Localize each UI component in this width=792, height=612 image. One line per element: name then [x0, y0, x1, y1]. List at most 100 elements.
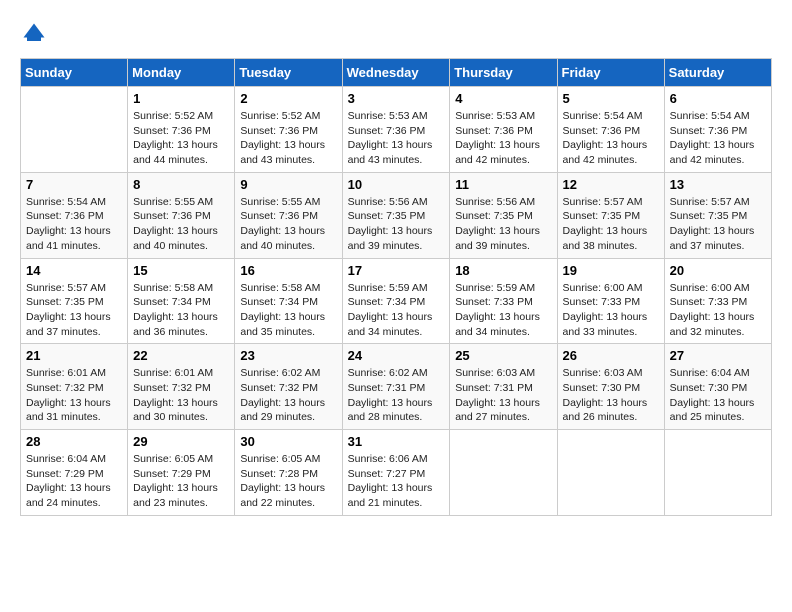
calendar-cell: [557, 430, 664, 516]
day-info: Sunrise: 6:05 AMSunset: 7:29 PMDaylight:…: [133, 452, 229, 511]
calendar-cell: 13 Sunrise: 5:57 AMSunset: 7:35 PMDayligh…: [664, 172, 771, 258]
column-header-sunday: Sunday: [21, 59, 128, 87]
day-info: Sunrise: 5:58 AMSunset: 7:34 PMDaylight:…: [240, 281, 336, 340]
day-number: 20: [670, 263, 766, 278]
day-number: 11: [455, 177, 551, 192]
column-header-tuesday: Tuesday: [235, 59, 342, 87]
calendar-cell: 9 Sunrise: 5:55 AMSunset: 7:36 PMDaylight…: [235, 172, 342, 258]
calendar-week-row: 7 Sunrise: 5:54 AMSunset: 7:36 PMDaylight…: [21, 172, 772, 258]
calendar-cell: 30 Sunrise: 6:05 AMSunset: 7:28 PMDayligh…: [235, 430, 342, 516]
day-info: Sunrise: 5:56 AMSunset: 7:35 PMDaylight:…: [455, 195, 551, 254]
day-info: Sunrise: 5:59 AMSunset: 7:33 PMDaylight:…: [455, 281, 551, 340]
calendar-week-row: 21 Sunrise: 6:01 AMSunset: 7:32 PMDayligh…: [21, 344, 772, 430]
day-number: 12: [563, 177, 659, 192]
calendar-cell: 12Sunrise: 5:57 AMSunset: 7:35 PMDayligh…: [557, 172, 664, 258]
day-info: Sunrise: 6:05 AMSunset: 7:28 PMDaylight:…: [240, 452, 336, 511]
day-number: 28: [26, 434, 122, 449]
day-info: Sunrise: 5:56 AMSunset: 7:35 PMDaylight:…: [348, 195, 445, 254]
day-info: Sunrise: 6:01 AMSunset: 7:32 PMDaylight:…: [26, 366, 122, 425]
column-header-saturday: Saturday: [664, 59, 771, 87]
calendar-cell: 3 Sunrise: 5:53 AMSunset: 7:36 PMDaylight…: [342, 87, 450, 173]
day-number: 5: [563, 91, 659, 106]
day-info: Sunrise: 5:55 AMSunset: 7:36 PMDaylight:…: [133, 195, 229, 254]
day-number: 7: [26, 177, 122, 192]
calendar-cell: 16 Sunrise: 5:58 AMSunset: 7:34 PMDayligh…: [235, 258, 342, 344]
day-info: Sunrise: 5:58 AMSunset: 7:34 PMDaylight:…: [133, 281, 229, 340]
column-header-monday: Monday: [128, 59, 235, 87]
day-number: 24: [348, 348, 445, 363]
calendar-cell: 21 Sunrise: 6:01 AMSunset: 7:32 PMDayligh…: [21, 344, 128, 430]
day-info: Sunrise: 5:55 AMSunset: 7:36 PMDaylight:…: [240, 195, 336, 254]
day-number: 3: [348, 91, 445, 106]
day-number: 22: [133, 348, 229, 363]
day-info: Sunrise: 5:52 AMSunset: 7:36 PMDaylight:…: [240, 109, 336, 168]
day-number: 4: [455, 91, 551, 106]
day-number: 16: [240, 263, 336, 278]
day-number: 19: [563, 263, 659, 278]
calendar-cell: 1Sunrise: 5:52 AMSunset: 7:36 PMDaylight…: [128, 87, 235, 173]
calendar-table: SundayMondayTuesdayWednesdayThursdayFrid…: [20, 58, 772, 516]
calendar-cell: 22 Sunrise: 6:01 AMSunset: 7:32 PMDayligh…: [128, 344, 235, 430]
day-number: 15: [133, 263, 229, 278]
calendar-cell: 7 Sunrise: 5:54 AMSunset: 7:36 PMDaylight…: [21, 172, 128, 258]
day-info: Sunrise: 5:57 AMSunset: 7:35 PMDaylight:…: [670, 195, 766, 254]
day-info: Sunrise: 6:00 AMSunset: 7:33 PMDaylight:…: [670, 281, 766, 340]
column-header-friday: Friday: [557, 59, 664, 87]
day-info: Sunrise: 5:54 AMSunset: 7:36 PMDaylight:…: [563, 109, 659, 168]
day-number: 31: [348, 434, 445, 449]
calendar-cell: 6 Sunrise: 5:54 AMSunset: 7:36 PMDaylight…: [664, 87, 771, 173]
day-number: 9: [240, 177, 336, 192]
calendar-week-row: 14Sunrise: 5:57 AMSunset: 7:35 PMDayligh…: [21, 258, 772, 344]
day-number: 2: [240, 91, 336, 106]
calendar-cell: 2 Sunrise: 5:52 AMSunset: 7:36 PMDaylight…: [235, 87, 342, 173]
calendar-week-row: 1Sunrise: 5:52 AMSunset: 7:36 PMDaylight…: [21, 87, 772, 173]
calendar-cell: 27 Sunrise: 6:04 AMSunset: 7:30 PMDayligh…: [664, 344, 771, 430]
day-number: 30: [240, 434, 336, 449]
day-number: 21: [26, 348, 122, 363]
day-info: Sunrise: 6:03 AMSunset: 7:31 PMDaylight:…: [455, 366, 551, 425]
day-info: Sunrise: 6:04 AMSunset: 7:30 PMDaylight:…: [670, 366, 766, 425]
day-number: 29: [133, 434, 229, 449]
calendar-cell: 24Sunrise: 6:02 AMSunset: 7:31 PMDayligh…: [342, 344, 450, 430]
day-number: 27: [670, 348, 766, 363]
calendar-cell: [21, 87, 128, 173]
day-info: Sunrise: 6:06 AMSunset: 7:27 PMDaylight:…: [348, 452, 445, 511]
calendar-cell: [664, 430, 771, 516]
page-header: [20, 20, 772, 48]
day-number: 6: [670, 91, 766, 106]
calendar-cell: 5 Sunrise: 5:54 AMSunset: 7:36 PMDaylight…: [557, 87, 664, 173]
calendar-cell: [450, 430, 557, 516]
column-header-wednesday: Wednesday: [342, 59, 450, 87]
calendar-week-row: 28Sunrise: 6:04 AMSunset: 7:29 PMDayligh…: [21, 430, 772, 516]
calendar-cell: 8Sunrise: 5:55 AMSunset: 7:36 PMDaylight…: [128, 172, 235, 258]
calendar-cell: 10Sunrise: 5:56 AMSunset: 7:35 PMDayligh…: [342, 172, 450, 258]
day-info: Sunrise: 5:54 AMSunset: 7:36 PMDaylight:…: [26, 195, 122, 254]
calendar-cell: 17 Sunrise: 5:59 AMSunset: 7:34 PMDayligh…: [342, 258, 450, 344]
calendar-cell: 11 Sunrise: 5:56 AMSunset: 7:35 PMDayligh…: [450, 172, 557, 258]
day-info: Sunrise: 5:57 AMSunset: 7:35 PMDaylight:…: [26, 281, 122, 340]
day-info: Sunrise: 5:53 AMSunset: 7:36 PMDaylight:…: [348, 109, 445, 168]
column-header-thursday: Thursday: [450, 59, 557, 87]
day-info: Sunrise: 6:01 AMSunset: 7:32 PMDaylight:…: [133, 366, 229, 425]
logo: [20, 20, 52, 48]
calendar-cell: 25Sunrise: 6:03 AMSunset: 7:31 PMDayligh…: [450, 344, 557, 430]
day-number: 18: [455, 263, 551, 278]
calendar-cell: 18 Sunrise: 5:59 AMSunset: 7:33 PMDayligh…: [450, 258, 557, 344]
day-number: 17: [348, 263, 445, 278]
calendar-cell: 29 Sunrise: 6:05 AMSunset: 7:29 PMDayligh…: [128, 430, 235, 516]
calendar-cell: 14Sunrise: 5:57 AMSunset: 7:35 PMDayligh…: [21, 258, 128, 344]
day-info: Sunrise: 6:00 AMSunset: 7:33 PMDaylight:…: [563, 281, 659, 340]
day-info: Sunrise: 5:54 AMSunset: 7:36 PMDaylight:…: [670, 109, 766, 168]
calendar-header-row: SundayMondayTuesdayWednesdayThursdayFrid…: [21, 59, 772, 87]
calendar-cell: 28Sunrise: 6:04 AMSunset: 7:29 PMDayligh…: [21, 430, 128, 516]
calendar-cell: 20 Sunrise: 6:00 AMSunset: 7:33 PMDayligh…: [664, 258, 771, 344]
day-info: Sunrise: 5:53 AMSunset: 7:36 PMDaylight:…: [455, 109, 551, 168]
calendar-cell: 31 Sunrise: 6:06 AMSunset: 7:27 PMDayligh…: [342, 430, 450, 516]
day-number: 13: [670, 177, 766, 192]
day-number: 26: [563, 348, 659, 363]
day-info: Sunrise: 6:03 AMSunset: 7:30 PMDaylight:…: [563, 366, 659, 425]
calendar-cell: 19 Sunrise: 6:00 AMSunset: 7:33 PMDayligh…: [557, 258, 664, 344]
day-info: Sunrise: 5:59 AMSunset: 7:34 PMDaylight:…: [348, 281, 445, 340]
logo-icon: [20, 20, 48, 48]
calendar-cell: 4 Sunrise: 5:53 AMSunset: 7:36 PMDaylight…: [450, 87, 557, 173]
